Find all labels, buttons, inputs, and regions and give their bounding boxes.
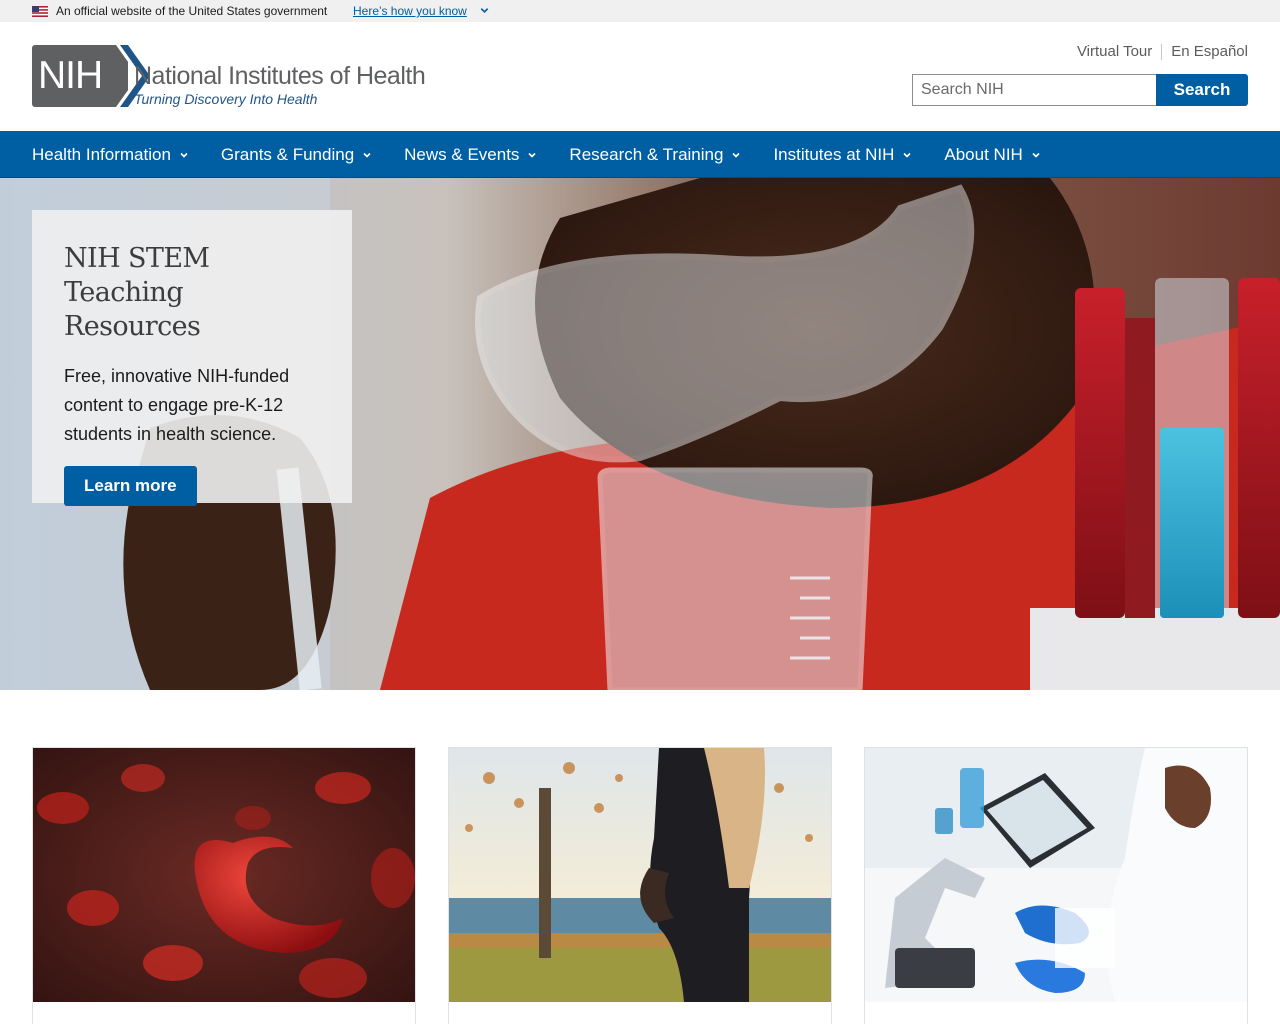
us-flag-icon bbox=[32, 6, 48, 17]
nav-item-institutes-at-nih[interactable]: Institutes at NIH bbox=[773, 131, 912, 178]
learn-more-button[interactable]: Learn more bbox=[64, 466, 197, 506]
nih-logo-badge: NIH bbox=[32, 45, 128, 107]
nav-item-label: About NIH bbox=[944, 144, 1023, 164]
pregnant-woman-by-tree-photo bbox=[449, 748, 831, 1002]
nav-item-label: Institutes at NIH bbox=[773, 144, 895, 164]
hero-banner: NIH STEM Teaching Resources Free, innova… bbox=[0, 178, 1280, 690]
gov-banner: An official website of the United States… bbox=[0, 0, 1280, 22]
hero-description: Free, innovative NIH-funded content to e… bbox=[64, 366, 290, 444]
feature-card[interactable] bbox=[864, 747, 1248, 1024]
feature-card[interactable] bbox=[32, 747, 416, 1024]
search-input[interactable] bbox=[912, 74, 1157, 106]
nav-item-about-nih[interactable]: About NIH bbox=[944, 131, 1040, 178]
chevron-down-icon bbox=[1032, 152, 1040, 158]
utility-divider bbox=[1161, 44, 1163, 60]
chevron-down-icon bbox=[732, 152, 741, 158]
scientist-with-microscope-and-tablet-photo bbox=[865, 748, 1247, 1002]
chevron-down-icon bbox=[528, 152, 536, 158]
nih-logo[interactable]: NIH National Institutes of Health Turnin… bbox=[32, 45, 432, 110]
heres-how-you-know-link[interactable]: Here’s how you know bbox=[353, 4, 467, 18]
main-nav: Health Information Grants & Funding News… bbox=[0, 131, 1280, 178]
nav-item-label: Grants & Funding bbox=[220, 144, 355, 164]
nav-item-health-information[interactable]: Health Information bbox=[32, 131, 189, 178]
nav-item-label: Research & Training bbox=[569, 144, 724, 164]
chevron-down-icon[interactable] bbox=[479, 5, 490, 16]
search-button[interactable]: Search bbox=[1156, 74, 1248, 106]
en-espanol-link[interactable]: En Español bbox=[1171, 43, 1248, 61]
nav-item-research-training[interactable]: Research & Training bbox=[569, 131, 741, 178]
virtual-tour-link[interactable]: Virtual Tour bbox=[1077, 43, 1152, 61]
gov-banner-text: An official website of the United States… bbox=[56, 4, 328, 18]
logo-name: National Institutes of Health bbox=[134, 62, 426, 90]
chevron-down-icon bbox=[180, 152, 188, 158]
hero-title: NIH STEM Teaching Resources bbox=[64, 243, 210, 342]
chevron-down-icon bbox=[903, 152, 911, 158]
logo-abbr: NIH bbox=[38, 54, 103, 97]
hero-card: NIH STEM Teaching Resources Free, innova… bbox=[32, 210, 352, 506]
nav-item-grants-funding[interactable]: Grants & Funding bbox=[221, 131, 372, 178]
logo-tagline: Turning Discovery Into Health bbox=[134, 91, 318, 107]
nav-item-label: Health Information bbox=[32, 144, 171, 164]
feature-card[interactable] bbox=[448, 747, 832, 1024]
chevron-down-icon bbox=[363, 152, 371, 158]
nav-item-label: News & Events bbox=[404, 144, 520, 164]
sickle-red-blood-cell-illustration bbox=[33, 748, 415, 1002]
utility-links: Virtual Tour En Español bbox=[1077, 43, 1248, 61]
nav-item-news-events[interactable]: News & Events bbox=[404, 131, 537, 178]
